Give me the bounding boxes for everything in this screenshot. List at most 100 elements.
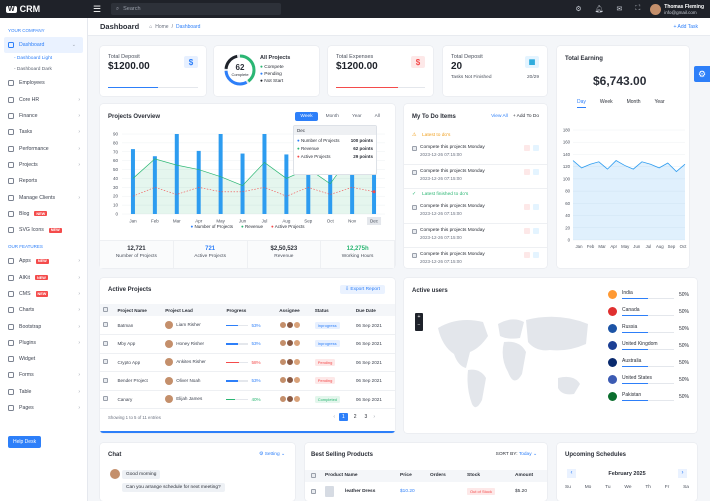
sidebar-item-forms[interactable]: Forms › <box>0 367 87 383</box>
bar-number-of-projects[interactable] <box>196 150 201 214</box>
sidebar-item-charts[interactable]: Charts › <box>0 302 87 318</box>
bar-number-of-projects[interactable] <box>152 156 157 214</box>
tab-month[interactable]: Month <box>321 112 344 121</box>
todo-item[interactable]: Compete this projects Monday 2023-12-26 0… <box>404 165 547 189</box>
delete-icon[interactable] <box>524 204 530 210</box>
row-checkbox[interactable] <box>103 340 108 346</box>
sidebar-item-manage-clients[interactable]: Manage Clients › <box>0 189 87 205</box>
todo-checkbox[interactable] <box>412 229 417 234</box>
bar-number-of-projects[interactable] <box>262 134 267 214</box>
bar-number-of-projects[interactable] <box>284 154 289 214</box>
next-page-button[interactable]: › <box>373 414 375 420</box>
row-checkbox[interactable] <box>103 396 108 402</box>
gear-icon[interactable]: ⚙ <box>575 5 581 13</box>
add-task-button[interactable]: + Add Task <box>673 24 698 30</box>
bar-number-of-projects[interactable] <box>174 134 179 214</box>
row-checkbox[interactable] <box>103 359 108 365</box>
column-header[interactable]: Project Lead <box>162 304 224 316</box>
sidebar-item-widget[interactable]: Widget <box>0 351 87 367</box>
todo-checkbox[interactable] <box>412 170 417 175</box>
tab-day[interactable]: Day <box>577 99 586 108</box>
sidebar-item-plugins[interactable]: Plugins › <box>0 335 87 351</box>
todo-item[interactable]: Compete this projects Monday 2023-12-26 0… <box>404 224 547 248</box>
table-row[interactable]: Bender Project Oliver Noah 53% Pending 06 Se… <box>100 371 395 391</box>
sidebar-item-svg-icons[interactable]: SVG Icons NEW <box>0 222 87 238</box>
column-header[interactable]: Due Date <box>352 304 395 316</box>
delete-icon[interactable] <box>524 169 530 175</box>
sidebar-item-apps[interactable]: Apps NEW › <box>0 253 87 269</box>
sidebar-item-projects[interactable]: Projects › <box>0 157 87 173</box>
sidebar-item-finance[interactable]: Finance › <box>0 108 87 124</box>
page-button[interactable]: 2 <box>352 413 359 421</box>
todo-item[interactable]: Compete this projects Monday 2023-12-26 0… <box>404 200 547 224</box>
settings-gear-icon[interactable]: ⚙ <box>694 66 710 82</box>
user-menu[interactable]: Thomas Fleming info@gmail.com <box>650 3 704 15</box>
delete-icon[interactable] <box>524 252 530 258</box>
todo-item[interactable]: Compete this projects Monday 2023-12-26 0… <box>404 141 547 165</box>
column-header[interactable]: Status <box>311 304 353 316</box>
chat-setting-dropdown[interactable]: ⚙ Setting ⌄ <box>259 452 285 457</box>
column-header[interactable]: Project Name <box>114 304 163 316</box>
edit-icon[interactable] <box>533 252 539 258</box>
edit-icon[interactable] <box>533 204 539 210</box>
page-button[interactable]: 3 <box>363 413 370 421</box>
search-input[interactable]: ⌕ Search <box>111 3 281 15</box>
sidebar-item-dashboard[interactable]: Dashboard ⌄ <box>4 37 83 54</box>
sidebar-item-pages[interactable]: Pages › <box>0 400 87 416</box>
column-header[interactable]: Progress <box>223 304 277 316</box>
sidebar-item-aikit[interactable]: AIKit NEW › <box>0 270 87 286</box>
tab-all[interactable]: All <box>370 112 385 121</box>
page-button[interactable]: 1 <box>338 413 348 421</box>
sidebar-sub-dashboard-light[interactable]: - Dashboard Light <box>0 53 87 64</box>
export-report-button[interactable]: ⇩ Export Report <box>340 285 385 294</box>
delete-icon[interactable] <box>524 145 530 151</box>
sidebar-item-core-hr[interactable]: Core HR › <box>0 92 87 108</box>
sidebar-item-blog[interactable]: Blog NEW <box>0 206 87 222</box>
row-checkbox[interactable] <box>311 489 316 494</box>
sidebar-item-cms[interactable]: CMS NEW › <box>0 286 87 302</box>
next-month-button[interactable]: › <box>678 469 687 478</box>
row-checkbox[interactable] <box>103 377 108 383</box>
table-row[interactable]: Crypto App Ankites Risher 58% Pending 06 Sep… <box>100 353 395 372</box>
row-checkbox[interactable] <box>103 322 108 327</box>
prev-page-button[interactable]: ‹ <box>333 414 335 420</box>
tab-year[interactable]: Year <box>655 99 665 108</box>
todo-checkbox[interactable] <box>412 205 417 210</box>
sidebar-sub-dashboard-dark[interactable]: - Dashboard Dark <box>0 64 87 75</box>
bar-number-of-projects[interactable] <box>218 134 223 214</box>
bar-number-of-projects[interactable] <box>130 149 135 214</box>
view-all-link[interactable]: View All <box>491 114 508 119</box>
todo-checkbox[interactable] <box>412 146 417 151</box>
help-desk-button[interactable]: Help Desk <box>8 436 42 448</box>
table-row[interactable]: Batman Liam Risher 53% Inprogress 06 Sep 202… <box>100 316 395 335</box>
sidebar-item-bootstrap[interactable]: Bootstrap › <box>0 318 87 334</box>
sort-dropdown[interactable]: Today ⌄ <box>519 452 537 457</box>
sidebar-item-performance[interactable]: Performance › <box>0 140 87 156</box>
mail-icon[interactable]: ✉ <box>616 5 622 13</box>
logo[interactable]: W CRM <box>0 4 87 14</box>
tab-week[interactable]: Week <box>295 112 318 121</box>
sidebar-item-table[interactable]: Table › <box>0 384 87 400</box>
todo-item[interactable]: Compete this projects Monday 2023-12-26 0… <box>404 248 547 268</box>
edit-icon[interactable] <box>533 169 539 175</box>
tab-month[interactable]: Month <box>627 99 641 108</box>
tab-week[interactable]: Week <box>600 99 613 108</box>
menu-icon[interactable]: ☰ <box>87 4 107 15</box>
map-zoom-controls[interactable]: + − <box>415 313 423 331</box>
todo-checkbox[interactable] <box>412 253 417 258</box>
edit-icon[interactable] <box>533 145 539 151</box>
select-all-checkbox[interactable] <box>103 307 108 312</box>
tab-year[interactable]: Year <box>347 112 367 121</box>
column-header[interactable]: Assignee <box>276 304 312 316</box>
table-row[interactable]: Canary Elijah James 40% Completed 06 Sep 202… <box>100 390 395 409</box>
sidebar-item-reports[interactable]: Reports <box>0 173 87 189</box>
bell-icon[interactable]: 🔔︎ <box>595 5 604 13</box>
fullscreen-icon[interactable]: ⛶ <box>635 5 640 13</box>
select-all-checkbox[interactable] <box>311 473 316 478</box>
table-scrollbar[interactable] <box>100 431 395 433</box>
sidebar-item-employees[interactable]: Employees <box>0 75 87 91</box>
table-row[interactable]: Mby App Honey Risher 53% Inprogress 06 Sep 2… <box>100 334 395 354</box>
add-todo-button[interactable]: + Add To Do <box>513 114 539 119</box>
sidebar-item-tasks[interactable]: Tasks › <box>0 124 87 140</box>
delete-icon[interactable] <box>524 228 530 234</box>
